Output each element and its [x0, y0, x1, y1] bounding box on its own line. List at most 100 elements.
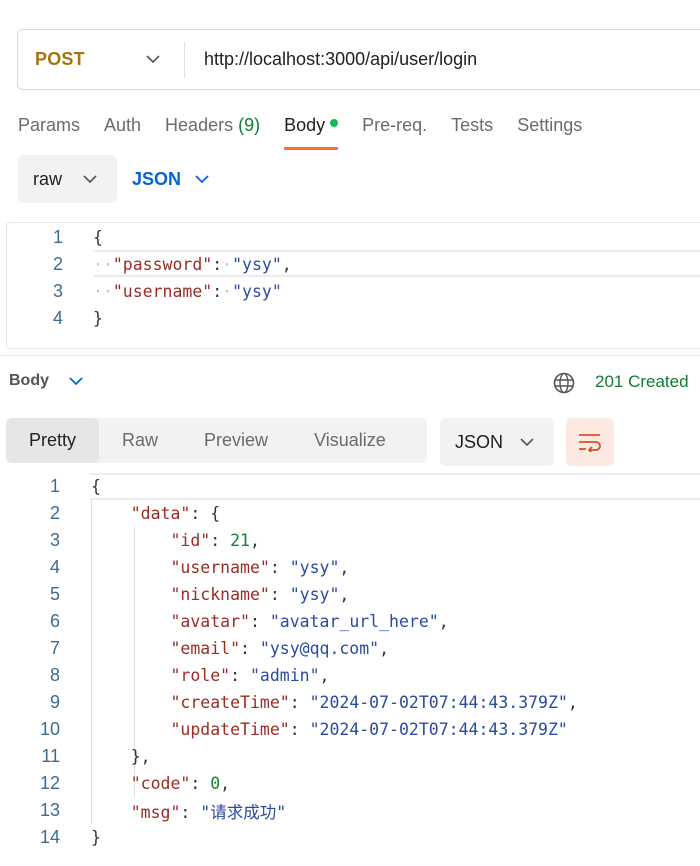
tab-label: Tests — [451, 115, 494, 135]
url-input[interactable]: http://localhost:3000/api/user/login — [185, 49, 477, 70]
tab-label: Settings — [517, 115, 583, 135]
response-view-tabs: Pretty Raw Preview Visualize — [6, 418, 427, 463]
code-line: 13 "msg": "请求成功" — [0, 797, 700, 824]
line-number: 9 — [49, 692, 60, 712]
line-number: 6 — [49, 611, 60, 631]
code-line: 10 "updateTime": "2024-07-02T07:44:43.37… — [0, 716, 700, 743]
body-mode-label: raw — [33, 168, 63, 189]
code-text: "createTime": "2024-07-02T07:44:43.379Z"… — [170, 693, 578, 712]
method-label: POST — [35, 49, 85, 69]
line-number: 10 — [39, 719, 60, 739]
tab-label: Body — [284, 115, 326, 135]
code-text: { — [91, 477, 101, 496]
code-line: 5 "nickname": "ysy", — [0, 581, 700, 608]
tab-label: Headers — [165, 115, 234, 135]
body-mode-select[interactable]: raw — [18, 155, 117, 203]
code-text: } — [91, 828, 101, 847]
body-format-select[interactable]: JSON — [132, 155, 209, 203]
code-text: "nickname": "ysy", — [170, 585, 350, 604]
tab-body[interactable]: Body — [284, 112, 339, 150]
line-number: 1 — [49, 476, 60, 496]
code-text: { — [93, 228, 103, 247]
line-number: 1 — [52, 227, 63, 247]
chevron-down-icon — [146, 55, 160, 64]
view-tab-pretty[interactable]: Pretty — [6, 418, 100, 463]
globe-icon[interactable] — [552, 371, 576, 395]
tab-pre-request[interactable]: Pre-req. — [362, 112, 427, 150]
chevron-down-icon — [83, 174, 97, 183]
tab-label: Auth — [104, 115, 142, 135]
code-text: "email": "ysy@qq.com", — [170, 639, 390, 658]
chevron-down-icon — [69, 376, 83, 385]
method-select[interactable]: POST — [18, 30, 184, 89]
code-text: "msg": "请求成功" — [130, 802, 287, 822]
code-line: 11 }, — [0, 743, 700, 770]
line-number: 13 — [39, 800, 60, 820]
code-line: 4 } — [7, 305, 700, 332]
tab-settings[interactable]: Settings — [517, 112, 582, 150]
code-line: 3 "id": 21, — [0, 527, 700, 554]
code-text: ··"username":·"ysy" — [93, 282, 282, 301]
chevron-down-icon — [195, 174, 209, 183]
code-line: 6 "avatar": "avatar_url_here", — [0, 608, 700, 635]
request-tabs: Params Auth Headers (9) Body Pre-req. Te… — [18, 112, 606, 152]
line-number: 11 — [41, 746, 60, 766]
code-line: 1 { — [7, 224, 700, 251]
view-tab-raw[interactable]: Raw — [99, 418, 181, 463]
tab-label: Pre-req. — [362, 115, 428, 135]
line-number: 2 — [49, 503, 60, 523]
line-number: 4 — [49, 557, 60, 577]
code-line: 1 { — [0, 473, 700, 500]
code-text: "id": 21, — [170, 531, 260, 550]
line-number: 2 — [52, 254, 63, 274]
section-divider — [0, 355, 700, 356]
code-line: 8 "role": "admin", — [0, 662, 700, 689]
line-number: 3 — [52, 281, 63, 301]
body-indicator-dot — [330, 119, 339, 127]
tab-params[interactable]: Params — [18, 112, 80, 150]
code-text: "code": 0, — [130, 774, 231, 793]
code-text: } — [93, 309, 103, 328]
line-number: 5 — [49, 584, 60, 604]
code-text: "role": "admin", — [170, 666, 330, 685]
line-number: 7 — [49, 638, 60, 658]
code-text: }, — [91, 747, 151, 766]
wrap-lines-button[interactable] — [566, 418, 614, 466]
response-format-select[interactable]: JSON — [440, 418, 554, 466]
url-bar: POST http://localhost:3000/api/user/logi… — [17, 29, 700, 90]
code-line: 4 "username": "ysy", — [0, 554, 700, 581]
view-tab-preview[interactable]: Preview — [181, 418, 291, 463]
request-body-editor[interactable]: 1 { 2 ··"password":·"ysy", 3 ··"username… — [6, 222, 700, 349]
tab-label: Params — [18, 115, 81, 135]
response-section-toggle[interactable]: Body — [9, 372, 83, 390]
code-line: 14 } — [0, 824, 700, 851]
code-text: "username": "ysy", — [170, 558, 350, 577]
code-text: "updateTime": "2024-07-02T07:44:43.379Z" — [170, 720, 568, 739]
tab-headers[interactable]: Headers (9) — [165, 112, 260, 150]
view-tab-visualize[interactable]: Visualize — [291, 418, 409, 463]
body-format-label: JSON — [132, 168, 182, 189]
code-line: 2 ··"password":·"ysy", — [7, 251, 700, 278]
line-number: 3 — [49, 530, 60, 550]
code-line: 7 "email": "ysy@qq.com", — [0, 635, 700, 662]
tab-tests[interactable]: Tests — [451, 112, 493, 150]
line-number: 4 — [52, 308, 63, 328]
chevron-down-icon — [520, 437, 534, 446]
line-number: 14 — [39, 827, 60, 847]
headers-count: (9) — [238, 115, 261, 135]
code-text: "avatar": "avatar_url_here", — [170, 612, 449, 631]
code-line: 2 "data": { — [0, 500, 700, 527]
code-line: 9 "createTime": "2024-07-02T07:44:43.379… — [0, 689, 700, 716]
code-text: ··"password":·"ysy", — [93, 255, 292, 274]
line-number: 12 — [39, 773, 60, 793]
response-format-label: JSON — [455, 431, 504, 452]
tab-auth[interactable]: Auth — [104, 112, 141, 150]
line-number: 8 — [49, 665, 60, 685]
status-badge[interactable]: 201 Created — [595, 372, 689, 392]
code-text: "data": { — [130, 504, 221, 523]
response-section-label: Body — [9, 372, 49, 389]
code-line: 3 ··"username":·"ysy" — [7, 278, 700, 305]
code-line: 12 "code": 0, — [0, 770, 700, 797]
wrap-lines-icon — [579, 434, 601, 452]
response-body-viewer: 1 { 2 "data": { 3 "id": 21, 4 "username"… — [0, 472, 700, 866]
